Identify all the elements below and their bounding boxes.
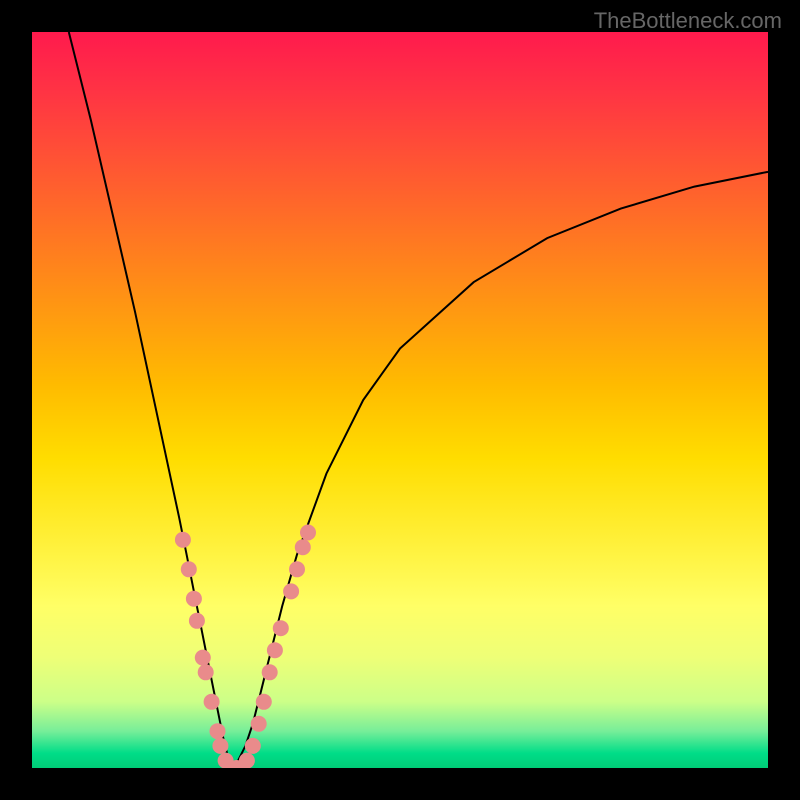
data-marker bbox=[189, 613, 205, 629]
data-marker bbox=[283, 583, 299, 599]
data-marker bbox=[198, 664, 214, 680]
data-marker bbox=[251, 716, 267, 732]
curve-line bbox=[69, 32, 768, 768]
data-marker bbox=[245, 738, 261, 754]
plot-area bbox=[32, 32, 768, 768]
data-marker bbox=[186, 591, 202, 607]
watermark-label: TheBottleneck.com bbox=[594, 8, 782, 34]
data-marker bbox=[295, 539, 311, 555]
data-marker bbox=[210, 723, 226, 739]
data-marker bbox=[289, 561, 305, 577]
data-marker bbox=[300, 525, 316, 541]
data-marker bbox=[204, 694, 220, 710]
data-marker bbox=[267, 642, 283, 658]
chart-container: TheBottleneck.com bbox=[0, 0, 800, 800]
data-marker bbox=[195, 650, 211, 666]
data-marker bbox=[273, 620, 289, 636]
data-marker bbox=[256, 694, 272, 710]
data-marker bbox=[212, 738, 228, 754]
data-marker bbox=[175, 532, 191, 548]
data-marker bbox=[262, 664, 278, 680]
data-marker bbox=[181, 561, 197, 577]
data-marker bbox=[239, 753, 255, 768]
bottleneck-curve bbox=[32, 32, 768, 768]
